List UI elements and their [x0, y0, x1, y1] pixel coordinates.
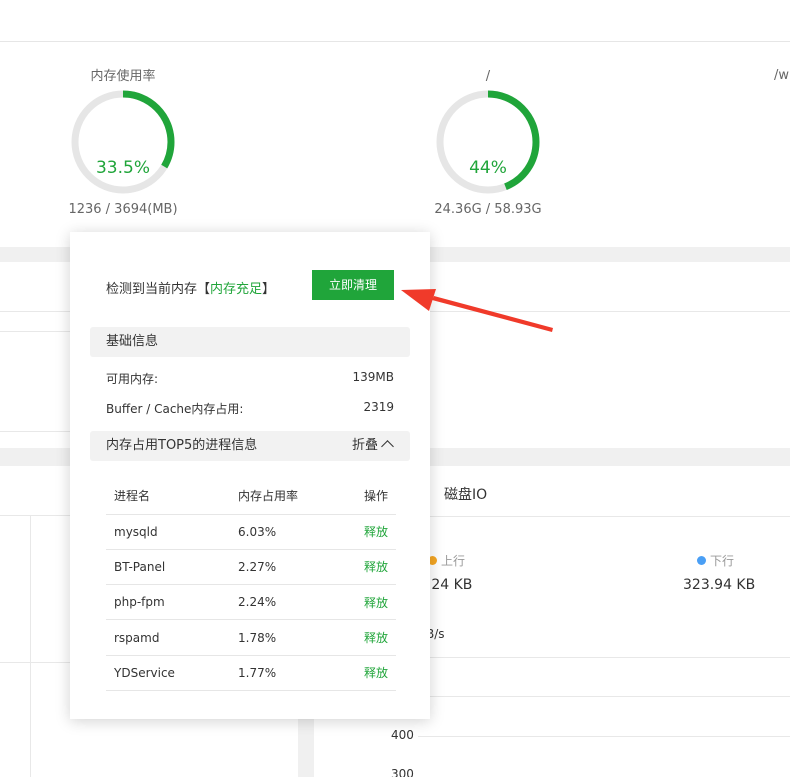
annotation-arrow — [401, 289, 553, 332]
arrow-head-icon — [401, 289, 436, 311]
arrow-shaft — [432, 296, 553, 332]
